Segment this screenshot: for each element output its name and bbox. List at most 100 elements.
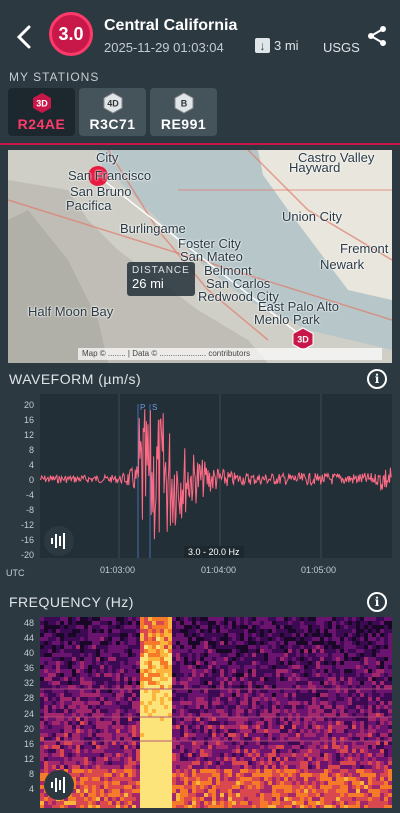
spectrogram-cell: [108, 673, 112, 677]
spectrogram-cell: [236, 773, 240, 777]
spectrogram-cell: [116, 757, 120, 761]
spectrogram-cell: [244, 789, 248, 793]
spectrogram-cell: [352, 653, 356, 657]
spectrogram-cell: [376, 637, 380, 641]
spectrogram-cell: [220, 645, 224, 649]
spectrogram-cell: [252, 785, 256, 789]
station-map[interactable]: San Francisco San Bruno Pacifica Burling…: [8, 150, 392, 363]
spectrogram-cell: [188, 805, 192, 809]
spectrogram-cell: [292, 701, 296, 705]
spectrogram-cell: [88, 773, 92, 777]
waveform-sound-button[interactable]: [44, 526, 74, 556]
spectrogram-cell: [364, 777, 368, 781]
spectrogram-cell: [208, 797, 212, 801]
spectrogram-cell: [56, 637, 60, 641]
spectrogram-cell: [284, 733, 288, 737]
spectrogram-cell: [156, 757, 160, 761]
spectrogram-cell: [292, 681, 296, 685]
spectrogram-cell: [284, 625, 288, 629]
spectrogram-cell: [68, 701, 72, 705]
spectrogram-cell: [252, 765, 256, 769]
spectrogram-cell: [104, 801, 108, 805]
spectrogram-cell: [328, 653, 332, 657]
spectrogram-cell: [364, 769, 368, 773]
spectrogram-cell: [292, 801, 296, 805]
spectrogram-cell: [332, 753, 336, 757]
spectrogram-cell: [152, 725, 156, 729]
spectrogram-cell: [168, 777, 172, 781]
waveform-plot[interactable]: PS: [39, 394, 392, 558]
spectrogram-cell: [216, 757, 220, 761]
spectrogram-cell: [352, 805, 356, 809]
spectrogram-cell: [304, 681, 308, 685]
spectrogram-cell: [312, 777, 316, 781]
spectrogram-cell: [232, 661, 236, 665]
spectrogram-cell: [372, 729, 376, 733]
station-tab-re991[interactable]: B RE991: [150, 88, 217, 136]
spectrogram-cell: [68, 621, 72, 625]
spectrogram-cell: [308, 765, 312, 769]
spectrogram-cell: [196, 677, 200, 681]
spectrogram-cell: [252, 761, 256, 765]
spectrogram-cell: [108, 733, 112, 737]
spectrogram-cell: [48, 729, 52, 733]
spectrogram-cell: [336, 805, 340, 809]
spectrogram-cell: [176, 693, 180, 697]
spectrogram-cell: [372, 693, 376, 697]
spectrogram-cell: [212, 785, 216, 789]
spectrogram-cell: [316, 681, 320, 685]
spectrogram-cell: [200, 617, 204, 621]
spectrogram-cell: [180, 709, 184, 713]
spectrogram-cell: [144, 797, 148, 801]
spectrogram-cell: [168, 669, 172, 673]
spectrogram-cell: [380, 777, 384, 781]
spectrogram-cell: [376, 661, 380, 665]
station-tab-r24ae[interactable]: 3D R24AE: [8, 88, 75, 136]
station-tab-r3c71[interactable]: 4D R3C71: [79, 88, 146, 136]
spectrogram-cell: [324, 789, 328, 793]
spectrogram-cell: [40, 721, 44, 725]
spectrogram-cell: [168, 805, 172, 809]
spectrogram-cell: [340, 789, 344, 793]
spectrogram-cell: [48, 677, 52, 681]
spectrogram-cell: [172, 641, 176, 645]
spectrogram-cell: [296, 725, 300, 729]
spectrogram-cell: [88, 757, 92, 761]
spectrogram-cell: [224, 617, 228, 621]
spectrogram-cell: [328, 793, 332, 797]
waveform-info-icon[interactable]: i: [367, 369, 387, 389]
share-icon[interactable]: [366, 25, 388, 47]
spectrogram-cell: [344, 705, 348, 709]
back-arrow-icon[interactable]: [14, 24, 36, 50]
spectrogram-cell: [208, 721, 212, 725]
spectrogram-sound-button[interactable]: [44, 770, 74, 800]
spectrogram-cell: [168, 705, 172, 709]
spectrogram-cell: [128, 785, 132, 789]
spectrogram-cell: [372, 705, 376, 709]
spectrogram-cell: [128, 637, 132, 641]
spectrogram-cell: [384, 805, 388, 809]
spectrogram-cell: [96, 705, 100, 709]
frequency-info-icon[interactable]: i: [367, 592, 387, 612]
spectrogram-cell: [152, 693, 156, 697]
spectrogram-cell: [116, 805, 120, 809]
spectrogram-cell: [312, 761, 316, 765]
down-arrow-icon: ↓: [255, 38, 270, 53]
spectrogram-cell: [276, 701, 280, 705]
spectrogram-cell: [288, 781, 292, 785]
spectrogram-cell: [108, 761, 112, 765]
spectrogram-cell: [192, 645, 196, 649]
map-attribution[interactable]: Map © ........ | Data © ................…: [78, 348, 382, 360]
spectrogram-cell: [248, 773, 252, 777]
spectrogram-cell: [100, 673, 104, 677]
map-label: Pacifica: [66, 198, 112, 213]
spectrogram-cell: [44, 749, 48, 753]
spectrogram-cell: [172, 769, 176, 773]
spectrogram-plot[interactable]: [40, 617, 392, 809]
spectrogram-cell: [344, 765, 348, 769]
spectrogram-cell: [240, 769, 244, 773]
spectrogram-cell: [348, 789, 352, 793]
spectrogram-cell: [116, 641, 120, 645]
waveform-chart: PS: [39, 394, 392, 558]
spectrogram-cell: [124, 621, 128, 625]
